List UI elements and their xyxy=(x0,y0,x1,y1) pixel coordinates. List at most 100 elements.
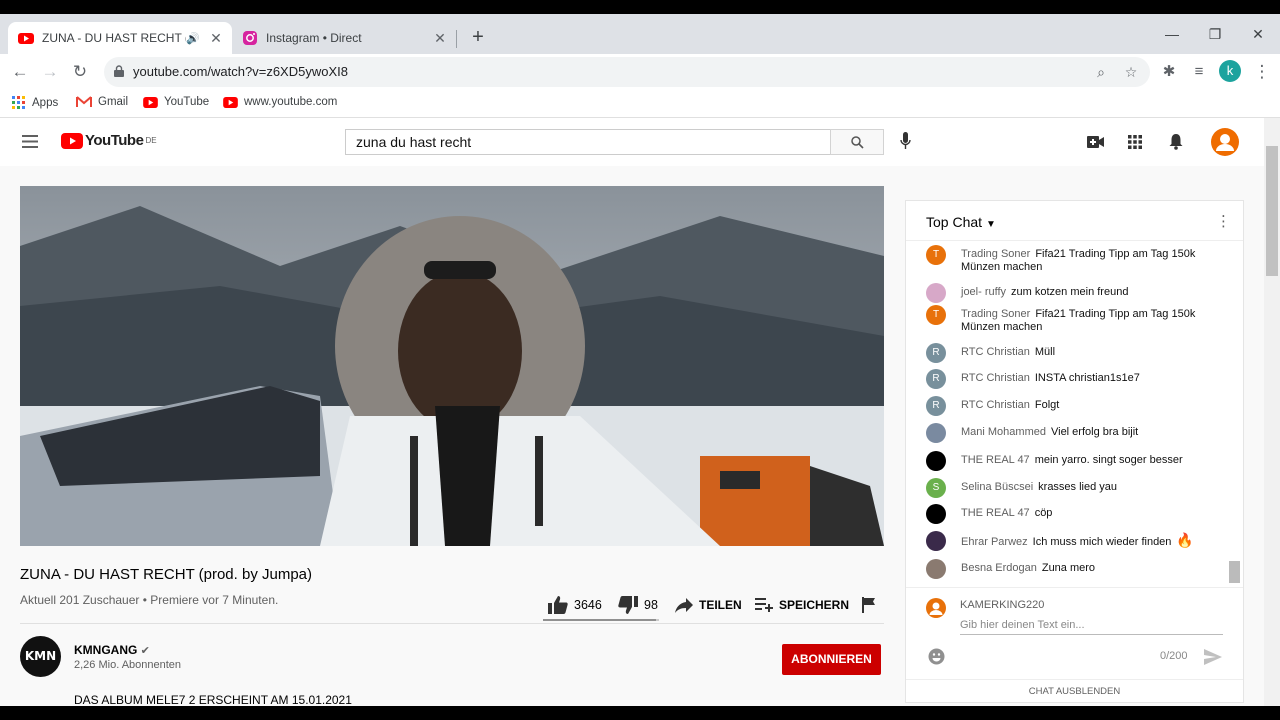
chat-message-body: THE REAL 47 cöp xyxy=(961,504,1226,520)
chat-author-name[interactable]: RTC Christian xyxy=(961,372,1030,384)
profile-avatar[interactable]: k xyxy=(1219,60,1241,82)
chat-more-icon[interactable]: ⋮ xyxy=(1216,212,1231,230)
chat-mode-dropdown[interactable]: Top Chat ▼ xyxy=(926,214,996,230)
chat-author-avatar[interactable]: T xyxy=(926,245,946,265)
chat-author-name[interactable]: Trading Soner xyxy=(961,248,1030,260)
chat-author-avatar[interactable] xyxy=(926,531,946,551)
bookmark-youtube[interactable]: YouTube xyxy=(143,96,209,108)
bookmark-gmail[interactable]: Gmail xyxy=(76,96,128,108)
user-avatar-icon xyxy=(926,598,946,618)
bookmark-apps[interactable]: Apps xyxy=(12,96,58,110)
youtube-icon xyxy=(223,96,238,108)
notifications-bell-icon[interactable] xyxy=(1169,133,1183,150)
page-scrollbar[interactable] xyxy=(1264,118,1280,706)
minimize-button[interactable]: — xyxy=(1152,22,1192,46)
chat-message[interactable]: R RTC Christian Folgt xyxy=(926,396,1226,416)
restore-button[interactable]: ❐ xyxy=(1195,22,1235,46)
dislike-button[interactable]: 98 xyxy=(618,594,658,616)
chat-author-name[interactable]: THE REAL 47 xyxy=(961,454,1030,466)
close-window-button[interactable]: ✕ xyxy=(1238,22,1278,46)
search-input[interactable]: zuna du hast recht xyxy=(345,129,831,155)
chat-author-avatar[interactable]: R xyxy=(926,396,946,416)
chat-author-avatar[interactable] xyxy=(926,283,946,303)
live-chat-panel: Top Chat ▼ ⋮ T Trading Soner Fifa21 Tradin… xyxy=(905,200,1244,703)
send-icon[interactable] xyxy=(1204,649,1222,665)
chat-message[interactable]: Mani Mohammed Viel erfolg bra bijit xyxy=(926,423,1226,443)
chat-message-text: Folgt xyxy=(1034,399,1060,411)
chat-author-avatar[interactable] xyxy=(926,504,946,524)
chat-scrollbar-thumb[interactable] xyxy=(1229,561,1240,583)
youtube-logo[interactable]: YouTube DE xyxy=(61,132,157,149)
emoji-icon[interactable] xyxy=(928,648,945,665)
chat-message[interactable]: R RTC Christian INSTA christian1s1e7 xyxy=(926,369,1226,389)
chat-message[interactable]: THE REAL 47 mein yarro. singt soger besse… xyxy=(926,451,1226,471)
chat-author-avatar[interactable] xyxy=(926,559,946,579)
chat-author-name[interactable]: Trading Soner xyxy=(961,308,1030,320)
account-avatar[interactable] xyxy=(1211,128,1239,156)
chat-author-avatar[interactable] xyxy=(926,423,946,443)
share-button[interactable]: TEILEN xyxy=(675,594,742,616)
lock-icon[interactable] xyxy=(114,65,124,77)
caret-down-icon: ▼ xyxy=(985,219,996,230)
chat-message[interactable]: THE REAL 47 cöp xyxy=(926,504,1226,524)
speaker-icon[interactable]: 🔊 xyxy=(186,32,200,45)
chat-message[interactable]: T Trading Soner Fifa21 Trading Tipp am Tag… xyxy=(926,245,1226,274)
extensions-icon[interactable]: ✱ xyxy=(1157,60,1181,84)
chat-message[interactable]: joel- ruffy zum kotzen mein freund xyxy=(926,283,1226,303)
address-bar[interactable]: youtube.com/watch?v=z6XD5ywoXI8 ⌕ ☆ xyxy=(104,57,1150,87)
save-button[interactable]: SPEICHERN xyxy=(755,594,849,616)
chat-message[interactable]: Ehrar Parwez Ich muss mich wieder finden 🔥 xyxy=(926,531,1226,551)
new-tab-button[interactable]: + xyxy=(466,26,490,50)
create-video-icon[interactable] xyxy=(1087,136,1104,148)
chat-text-input[interactable]: Gib hier deinen Text ein... xyxy=(960,619,1223,635)
like-ratio-bar xyxy=(543,619,659,621)
chat-author-name[interactable]: Ehrar Parwez xyxy=(961,536,1028,548)
chat-author-avatar[interactable] xyxy=(926,451,946,471)
chat-author-avatar[interactable]: T xyxy=(926,305,946,325)
chat-message-body: Besna Erdogan Zuna mero xyxy=(961,559,1226,575)
channel-name[interactable]: KMNGANG ✔ xyxy=(74,643,150,657)
chat-author-name[interactable]: Besna Erdogan xyxy=(961,562,1037,574)
chat-message[interactable]: T Trading Soner Fifa21 Trading Tipp am Tag… xyxy=(926,305,1226,334)
chat-message[interactable]: R RTC Christian Müll xyxy=(926,343,1226,363)
chat-author-name[interactable]: joel- ruffy xyxy=(961,286,1006,298)
channel-avatar[interactable]: KMN xyxy=(20,636,61,677)
chat-message-list[interactable]: T Trading Soner Fifa21 Trading Tipp am Tag… xyxy=(906,245,1243,587)
chat-author-avatar[interactable]: R xyxy=(926,369,946,389)
close-tab-icon[interactable]: ✕ xyxy=(206,30,226,47)
close-tab-icon[interactable]: ✕ xyxy=(430,30,450,47)
chat-message[interactable]: S Selina Büscsei krasses lied yau xyxy=(926,478,1226,498)
forward-button[interactable]: → xyxy=(38,60,62,84)
subscribe-button[interactable]: ABONNIEREN xyxy=(782,644,881,675)
chat-author-name[interactable]: THE REAL 47 xyxy=(961,507,1030,519)
hamburger-menu-icon[interactable] xyxy=(22,135,38,148)
youtube-icon xyxy=(18,33,34,44)
search-button[interactable] xyxy=(830,129,884,155)
tab-instagram[interactable]: Instagram • Direct ✕ xyxy=(234,22,456,54)
zoom-icon[interactable]: ⌕ xyxy=(1092,63,1110,81)
search-icon xyxy=(851,136,864,149)
chat-author-name[interactable]: RTC Christian xyxy=(961,346,1030,358)
like-button[interactable]: 3646 xyxy=(548,594,602,616)
tab-youtube[interactable]: ZUNA - DU HAST RECHT (prod. by Jumpa) - … xyxy=(8,22,232,54)
chat-author-name[interactable]: RTC Christian xyxy=(961,399,1030,411)
back-button[interactable]: ← xyxy=(8,60,32,84)
chat-author-avatar[interactable]: R xyxy=(926,343,946,363)
report-button[interactable] xyxy=(862,594,876,616)
apps-icon[interactable] xyxy=(1128,135,1142,149)
bookmark-youtube-www[interactable]: www.youtube.com xyxy=(223,96,337,108)
chat-message[interactable]: Besna Erdogan Zuna mero xyxy=(926,559,1226,579)
browser-window: ZUNA - DU HAST RECHT (prod. by Jumpa) - … xyxy=(0,14,1280,706)
tab-title: Instagram • Direct xyxy=(266,31,362,45)
page-scrollbar-thumb[interactable] xyxy=(1266,146,1278,276)
microphone-icon[interactable] xyxy=(900,132,911,150)
menu-icon[interactable]: ⋮ xyxy=(1250,60,1274,84)
chat-author-name[interactable]: Selina Büscsei xyxy=(961,481,1033,493)
chat-author-name[interactable]: Mani Mohammed xyxy=(961,426,1046,438)
video-player[interactable] xyxy=(20,186,884,546)
media-control-icon[interactable]: ≡ xyxy=(1187,60,1211,84)
hide-chat-button[interactable]: CHAT AUSBLENDEN xyxy=(906,679,1243,703)
reload-button[interactable]: ↻ xyxy=(68,60,92,84)
bookmark-star-icon[interactable]: ☆ xyxy=(1122,63,1140,81)
chat-author-avatar[interactable]: S xyxy=(926,478,946,498)
